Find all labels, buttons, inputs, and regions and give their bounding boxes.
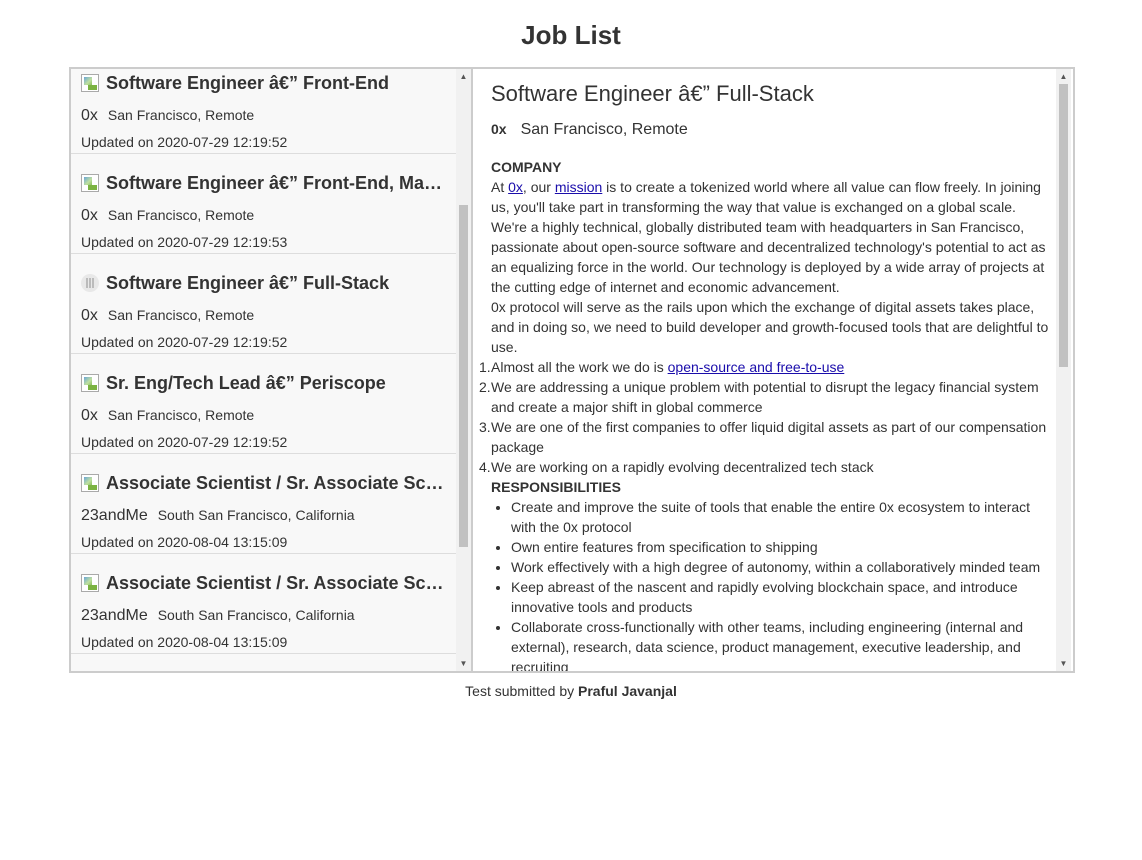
job-list-item[interactable] [71, 654, 457, 671]
job-title: Associate Scientist / Sr. Associate Sc… [106, 472, 444, 493]
company-logo-icon [81, 474, 99, 492]
job-list: Software Engineer â€” Front-End 0x San F… [71, 69, 457, 671]
scrollbar-thumb[interactable] [459, 205, 468, 547]
job-location: South San Francisco, California [157, 607, 355, 623]
list-item: Work effectively with a high degree of a… [511, 557, 1051, 577]
job-title: Software Engineer â€” Full-Stack [106, 272, 390, 293]
job-list-item[interactable]: Software Engineer â€” Front-End, Ma… 0x … [71, 154, 457, 254]
job-location: San Francisco, Remote [107, 107, 255, 123]
job-list-item-selected[interactable]: Software Engineer â€” Full-Stack 0x San … [71, 254, 457, 354]
job-title: Software Engineer â€” Front-End, Ma… [106, 172, 443, 193]
company-logo-icon [81, 574, 99, 592]
job-board-frame: Software Engineer â€” Front-End 0x San F… [69, 67, 1075, 673]
responsibilities-list: Create and improve the suite of tools th… [491, 497, 1051, 671]
company-link[interactable]: 0x [508, 179, 523, 195]
job-company: 23andMe [81, 607, 148, 624]
job-updated: Updated on 2020-07-29 12:19:52 [81, 434, 288, 450]
protocol-description: 0x protocol will serve as the rails upon… [491, 299, 1049, 355]
scrollbar-thumb[interactable] [1059, 84, 1068, 367]
mission-link[interactable]: mission [555, 179, 602, 195]
job-list-item[interactable]: Software Engineer â€” Front-End 0x San F… [71, 69, 457, 154]
company-description: At 0x, our mission is to create a tokeni… [491, 179, 1046, 295]
job-detail-pane[interactable]: Software Engineer â€” Full-Stack 0x San … [473, 69, 1073, 671]
job-updated: Updated on 2020-08-04 13:15:09 [81, 634, 288, 650]
scroll-up-arrow-icon[interactable]: ▲ [456, 69, 471, 84]
job-list-item[interactable]: Associate Scientist / Sr. Associate Sc… … [71, 554, 457, 654]
job-updated: Updated on 2020-07-29 12:19:52 [81, 134, 288, 150]
footer: Test submitted by Praful Javanjal [0, 683, 1142, 699]
list-item: 3. We are one of the first companies to o… [479, 419, 1047, 455]
job-title: Sr. Eng/Tech Lead â€” Periscope [106, 372, 386, 393]
list-item: 1. Almost all the work we do is open-sour… [479, 359, 845, 375]
scroll-down-arrow-icon[interactable]: ▼ [1056, 656, 1071, 671]
job-title: Software Engineer â€” Front-End [106, 72, 390, 93]
job-updated: Updated on 2020-08-04 13:15:09 [81, 534, 288, 550]
job-updated: Updated on 2020-07-29 12:19:53 [81, 234, 288, 250]
job-detail-scrollbar[interactable]: ▲ ▼ [1056, 69, 1071, 671]
page-title: Job List [521, 20, 621, 50]
detail-company: 0x [491, 121, 507, 137]
detail-title: Software Engineer â€” Full-Stack [491, 81, 814, 106]
company-logo-icon [81, 374, 99, 392]
job-location: South San Francisco, California [157, 507, 355, 523]
company-section-heading: COMPANY [491, 159, 562, 175]
list-item: Create and improve the suite of tools th… [511, 497, 1051, 537]
company-facts-list: 1. Almost all the work we do is open-sour… [479, 357, 1051, 477]
job-location: San Francisco, Remote [107, 207, 255, 223]
job-list-pane[interactable]: Software Engineer â€” Front-End 0x San F… [71, 69, 473, 671]
job-company: 0x [81, 207, 98, 224]
company-logo-icon [81, 174, 99, 192]
job-title: Associate Scientist / Sr. Associate Sc… [106, 572, 444, 593]
detail-location: San Francisco, Remote [520, 121, 688, 138]
scroll-down-arrow-icon[interactable]: ▼ [456, 656, 471, 671]
job-list-scrollbar[interactable]: ▲ ▼ [456, 69, 471, 671]
job-company: 0x [81, 107, 98, 124]
job-list-item[interactable]: Associate Scientist / Sr. Associate Sc… … [71, 454, 457, 554]
open-source-link[interactable]: open-source and free-to-use [668, 359, 845, 375]
company-logo-icon [81, 74, 99, 92]
job-location: San Francisco, Remote [107, 307, 255, 323]
job-updated: Updated on 2020-07-29 12:19:52 [81, 334, 288, 350]
company-logo-icon [81, 274, 99, 292]
scroll-up-arrow-icon[interactable]: ▲ [1056, 69, 1071, 84]
job-company: 23andMe [81, 507, 148, 524]
list-item: 4. We are working on a rapidly evolving d… [479, 459, 874, 475]
list-item: Own entire features from specification t… [511, 537, 1051, 557]
list-item: Keep abreast of the nascent and rapidly … [511, 577, 1051, 617]
footer-author: Praful Javanjal [578, 683, 677, 699]
list-item: Collaborate cross-functionally with othe… [511, 617, 1051, 671]
job-company: 0x [81, 407, 98, 424]
job-location: San Francisco, Remote [107, 407, 255, 423]
list-item: 2. We are addressing a unique problem wit… [479, 379, 1039, 415]
footer-prefix: Test submitted by [465, 683, 578, 699]
job-list-item[interactable]: Sr. Eng/Tech Lead â€” Periscope 0x San F… [71, 354, 457, 454]
job-company: 0x [81, 307, 98, 324]
responsibilities-heading: RESPONSIBILITIES [491, 479, 621, 495]
job-detail: Software Engineer â€” Full-Stack 0x San … [479, 81, 1051, 671]
